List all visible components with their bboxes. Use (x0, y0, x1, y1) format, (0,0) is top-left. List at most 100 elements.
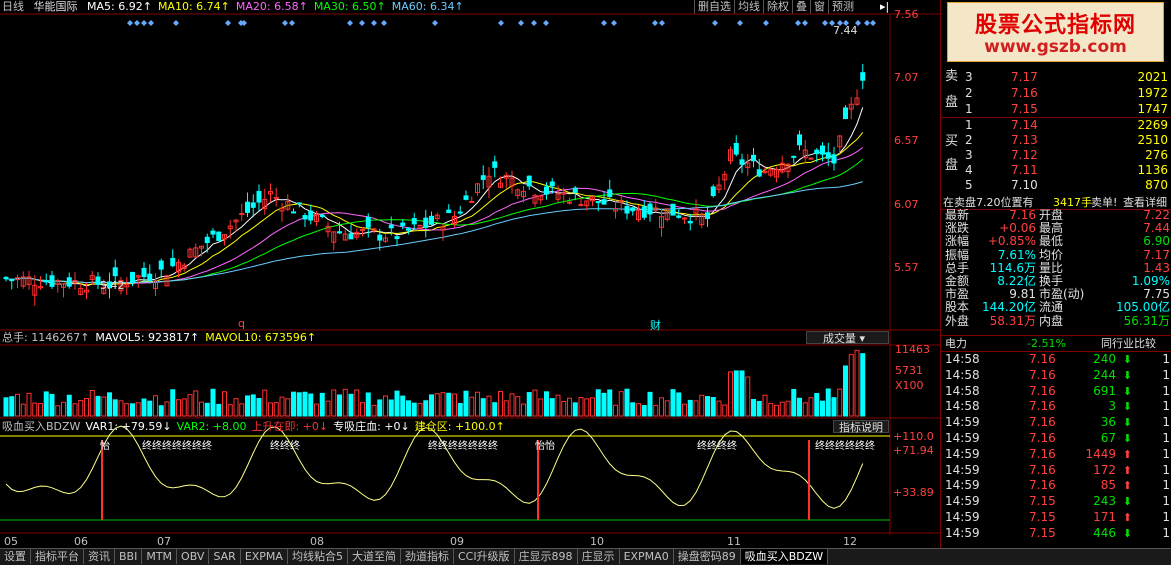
sell-row[interactable]: 1 7.15 1747 (941, 102, 1171, 117)
signal-diamond (381, 20, 387, 26)
quote-value: 7.44 (1143, 221, 1170, 236)
level: 4 (965, 163, 973, 177)
candle-body (480, 175, 486, 180)
volume-stat: MAVOL5: 923817↑ (95, 331, 200, 344)
tick-price: 7.16 (1029, 367, 1056, 382)
tick-price: 7.15 (1029, 510, 1056, 524)
indicator-tab[interactable]: 劲道指标 (401, 549, 454, 564)
volume-bar (216, 403, 222, 417)
signal-diamond (802, 20, 808, 26)
candle-body (463, 195, 469, 200)
indicator-tab[interactable]: EXPMA (241, 549, 288, 564)
volume-bar (567, 397, 572, 417)
level: 5 (965, 178, 973, 192)
volume-bar (3, 397, 9, 417)
kline-chart[interactable] (0, 0, 940, 548)
indicator-tab[interactable]: 操盘密码89 (674, 549, 741, 564)
buy-row[interactable]: 1 7.14 2269 (941, 118, 1171, 133)
buy-row[interactable]: 4 7.11 1136 (941, 163, 1171, 178)
volume-bar (618, 391, 624, 417)
indicator-tab[interactable]: 庄显示 (578, 549, 620, 564)
candle-body (682, 217, 687, 220)
indicator-tab[interactable]: SAR (209, 549, 241, 564)
indicator-stat: VAR2: +8.00 (176, 420, 247, 433)
month-tick: 08 (310, 535, 324, 548)
arrow-down-icon: ⬇ (1122, 526, 1132, 540)
ma-lines (5, 107, 864, 287)
indicator-tab[interactable]: BBI (115, 549, 143, 564)
indicator-tab[interactable]: MTM (142, 549, 178, 564)
indicator-explain-button[interactable]: 指标说明 (833, 420, 889, 434)
volume-bar (687, 399, 693, 417)
quote-value: +0.06 (999, 221, 1036, 236)
tick-row: 14:59 7.16 1449 ⬆ 1 (941, 447, 1171, 462)
tick-row: 14:59 7.16 67 ⬇ 1 (941, 431, 1171, 446)
indicator-tab[interactable]: 设置 (0, 549, 31, 564)
volume-bar (843, 365, 848, 417)
volume-bar (555, 394, 561, 417)
volume-bar (492, 402, 498, 417)
candle-body (256, 190, 262, 203)
volume-bar (268, 402, 273, 417)
sector-row[interactable]: 电力 -2.51% 同行业比较 (941, 336, 1171, 351)
volume-bars (3, 349, 866, 417)
indicator-tab[interactable]: 大道至简 (348, 549, 401, 564)
indicator-tab[interactable]: 均线粘合5 (288, 549, 348, 564)
ad-banner[interactable]: 股票公式指标网 www.gszb.com (947, 2, 1164, 62)
volume-bar (153, 395, 158, 417)
quote-key: 流通 (1039, 300, 1064, 315)
price-tick: 7.56 (894, 8, 919, 21)
candle-body (820, 145, 825, 155)
volume-bar (360, 402, 365, 417)
indicator-tab[interactable]: 指标平台 (31, 549, 84, 564)
candle-body (756, 169, 762, 177)
tick-price: 7.16 (1029, 478, 1056, 493)
volume-bar (365, 392, 371, 417)
volume: 870 (1145, 178, 1168, 192)
candle-body (860, 72, 866, 81)
volume-bar (446, 392, 452, 417)
candle-body (400, 222, 406, 226)
candle-body (365, 216, 371, 228)
tick-time: 14:59 (945, 525, 980, 540)
indicator-tab[interactable]: 资讯 (84, 549, 115, 564)
buy-row[interactable]: 2 7.13 2510 (941, 133, 1171, 148)
volume-bar (601, 392, 607, 417)
signal-diamond (763, 20, 769, 26)
signal-diamond (173, 20, 179, 26)
sell-row[interactable]: 2 7.16 1972 (941, 86, 1171, 101)
chart-area[interactable]: 日线 华能国际 MA5: 6.92↑ MA10: 6.74↑ MA20: 6.58↑… (0, 0, 940, 548)
sell-row[interactable]: 3 7.17 2021 (941, 70, 1171, 85)
indicator-tab[interactable]: EXPMA0 (620, 549, 674, 564)
quote-key: 市盈 (945, 287, 970, 302)
tick-price: 7.16 (1029, 431, 1056, 445)
quote-key: 内盘 (1039, 313, 1064, 328)
candle-body (216, 231, 222, 241)
volume-bar (745, 376, 751, 417)
indicator-tab[interactable]: 吸血买入BDZW (740, 549, 829, 564)
month-tick: 12 (843, 535, 857, 548)
sector-compare-link[interactable]: 同行业比较 (1101, 336, 1156, 351)
candle-body (457, 211, 463, 214)
volume-bar (26, 392, 32, 417)
indicator-tab[interactable]: 庄显示898 (515, 549, 578, 564)
volume-button[interactable]: 成交量 ▾ (806, 331, 889, 345)
indicator-tab[interactable]: OBV (177, 549, 210, 564)
volume-bar (848, 354, 854, 417)
tick-count: 1 (1162, 415, 1170, 430)
indicator-tab[interactable]: CCI升级版 (454, 549, 515, 564)
month-tick: 05 (4, 535, 18, 548)
volume-bar (676, 392, 682, 417)
volume-bar (825, 388, 831, 417)
volume-bar (256, 397, 262, 417)
candle-body (429, 215, 434, 225)
buy-row[interactable]: 3 7.12 276 (941, 148, 1171, 163)
signal-diamond (134, 20, 140, 26)
candle-body (43, 280, 49, 283)
volume-bar (710, 397, 716, 417)
buy-row[interactable]: 5 7.10 870 (941, 178, 1171, 193)
price: 7.17 (1011, 70, 1038, 84)
volume: 1136 (1137, 163, 1168, 177)
tick-price: 7.16 (1029, 462, 1056, 477)
signal-diamond (531, 20, 537, 26)
